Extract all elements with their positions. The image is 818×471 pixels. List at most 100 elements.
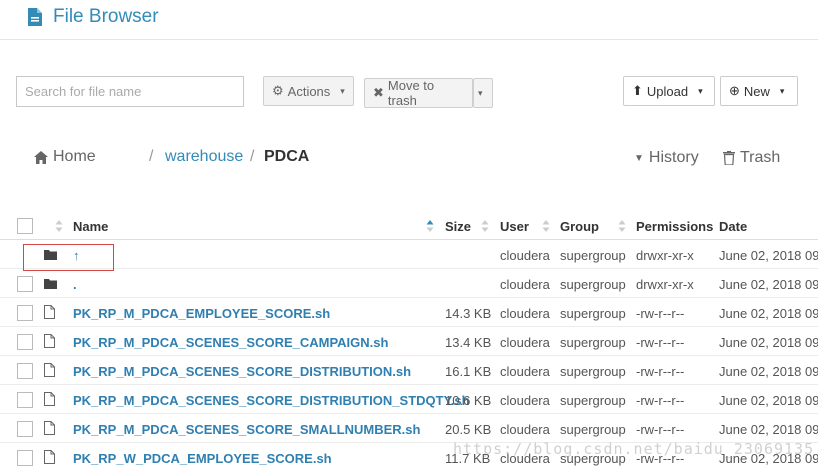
table-row[interactable]: PK_RP_M_PDCA_SCENES_SCORE_DISTRIBUTION.s… <box>0 356 818 385</box>
file-permissions: -rw-r--r-- <box>636 364 685 379</box>
gear-icon: ⚙ <box>272 83 284 98</box>
breadcrumb-home-label: Home <box>53 148 96 165</box>
breadcrumb-separator: / <box>149 148 154 165</box>
chevron-down-icon: ▾ <box>698 85 703 96</box>
file-icon <box>44 450 55 464</box>
file-name[interactable]: PK_RP_M_PDCA_EMPLOYEE_SCORE.sh <box>73 306 330 321</box>
file-group: supergroup <box>560 422 626 437</box>
file-name[interactable]: PK_RP_M_PDCA_SCENES_SCORE_DISTRIBUTION_S… <box>73 393 470 408</box>
file-icon <box>44 334 55 348</box>
sort-icon[interactable] <box>481 218 489 234</box>
chevron-down-icon: ▾ <box>340 85 345 96</box>
file-group: supergroup <box>560 364 626 379</box>
file-size: 13.4 KB <box>445 335 492 350</box>
breadcrumb-item-warehouse[interactable]: warehouse <box>165 148 243 166</box>
new-button[interactable]: ⊕ New ▾ <box>720 76 798 106</box>
file-group: supergroup <box>560 248 626 263</box>
chevron-down-icon: ▾ <box>478 87 483 98</box>
file-icon <box>44 363 55 377</box>
file-user: cloudera <box>500 306 550 321</box>
row-checkbox[interactable] <box>17 421 33 437</box>
file-icon <box>44 392 55 406</box>
file-permissions: -rw-r--r-- <box>636 335 685 350</box>
table-header: Name Size User Group Permissions Date <box>0 211 818 240</box>
file-date: June 02, 2018 09 <box>719 422 818 437</box>
upload-button[interactable]: ⬆ Upload ▾ <box>623 76 715 106</box>
move-to-trash-dropdown[interactable]: ▾ <box>473 78 493 108</box>
history-button[interactable]: ▼ History <box>634 149 699 167</box>
column-date[interactable]: Date <box>719 219 747 234</box>
column-user[interactable]: User <box>500 219 529 234</box>
column-permissions[interactable]: Permissions <box>636 219 713 234</box>
upload-icon: ⬆ <box>632 83 643 98</box>
file-user: cloudera <box>500 422 550 437</box>
file-size: 14.3 KB <box>445 306 492 321</box>
row-checkbox[interactable] <box>17 450 33 466</box>
table-row[interactable]: PK_RP_M_PDCA_SCENES_SCORE_DISTRIBUTION_S… <box>0 385 818 414</box>
file-user: cloudera <box>500 364 550 379</box>
file-name[interactable]: PK_RP_M_PDCA_SCENES_SCORE_SMALLNUMBER.sh <box>73 422 420 437</box>
app-title: File Browser <box>53 6 159 27</box>
row-checkbox[interactable] <box>17 305 33 321</box>
file-size: 10.6 KB <box>445 393 492 408</box>
file-group: supergroup <box>560 306 626 321</box>
row-checkbox[interactable] <box>17 392 33 408</box>
table-row[interactable]: . cloudera supergroup drwxr-xr-x June 02… <box>0 269 818 298</box>
search-input[interactable] <box>16 76 244 107</box>
file-table: Name Size User Group Permissions Date ↑ … <box>0 211 818 471</box>
file-date: June 02, 2018 09 <box>719 248 818 263</box>
file-icon <box>28 8 42 26</box>
file-date: June 02, 2018 09 <box>719 393 818 408</box>
file-size: 16.1 KB <box>445 364 492 379</box>
trash-icon <box>723 151 735 165</box>
table-row[interactable]: PK_RP_M_PDCA_SCENES_SCORE_SMALLNUMBER.sh… <box>0 414 818 443</box>
breadcrumb: Home / warehouse / PDCA ▼ History Trash <box>0 146 818 170</box>
move-to-trash-button[interactable]: ✖ Move to trash <box>364 78 473 108</box>
file-user: cloudera <box>500 277 550 292</box>
file-user: cloudera <box>500 393 550 408</box>
sort-icon[interactable] <box>55 218 63 234</box>
trash-label: Trash <box>740 149 781 166</box>
header: File Browser <box>0 0 818 40</box>
breadcrumb-separator: / <box>250 148 255 165</box>
trash-button[interactable]: Trash <box>723 149 780 167</box>
file-date: June 02, 2018 09 <box>719 306 818 321</box>
caret-down-icon: ▼ <box>634 152 644 164</box>
file-name[interactable]: PK_RP_M_PDCA_SCENES_SCORE_CAMPAIGN.sh <box>73 335 388 350</box>
file-icon <box>44 305 55 319</box>
row-checkbox[interactable] <box>17 363 33 379</box>
row-checkbox[interactable] <box>17 334 33 350</box>
select-all-checkbox[interactable] <box>17 218 33 234</box>
file-group: supergroup <box>560 393 626 408</box>
row-checkbox[interactable] <box>17 276 33 292</box>
file-date: June 02, 2018 09 <box>719 335 818 350</box>
sort-icon[interactable] <box>618 218 626 234</box>
file-name[interactable]: . <box>73 277 77 292</box>
table-row[interactable]: PK_RP_M_PDCA_SCENES_SCORE_CAMPAIGN.sh 13… <box>0 327 818 356</box>
column-size[interactable]: Size <box>445 219 471 234</box>
actions-label: Actions <box>287 83 331 99</box>
file-name[interactable]: PK_RP_W_PDCA_EMPLOYEE_SCORE.sh <box>73 451 332 466</box>
file-user: cloudera <box>500 335 550 350</box>
column-name[interactable]: Name <box>73 219 108 234</box>
sort-asc-icon[interactable] <box>426 218 434 234</box>
file-permissions: drwxr-xr-x <box>636 248 694 263</box>
breadcrumb-current: PDCA <box>264 148 310 165</box>
move-to-trash-label: Move to trash <box>387 78 435 108</box>
column-group[interactable]: Group <box>560 219 599 234</box>
table-row[interactable]: PK_RP_M_PDCA_EMPLOYEE_SCORE.sh 14.3 KB c… <box>0 298 818 327</box>
history-label: History <box>648 149 699 166</box>
file-permissions: -rw-r--r-- <box>636 306 685 321</box>
breadcrumb-home[interactable]: Home <box>34 148 96 166</box>
file-permissions: drwxr-xr-x <box>636 277 694 292</box>
file-name[interactable]: PK_RP_M_PDCA_SCENES_SCORE_DISTRIBUTION.s… <box>73 364 411 379</box>
file-group: supergroup <box>560 335 626 350</box>
upload-label: Upload <box>646 83 689 99</box>
file-permissions: -rw-r--r-- <box>636 422 685 437</box>
watermark: https://blog.csdn.net/baidu_23069135 <box>453 440 815 458</box>
file-user: cloudera <box>500 248 550 263</box>
table-row[interactable]: ↑ cloudera supergroup drwxr-xr-x June 02… <box>0 240 818 269</box>
sort-icon[interactable] <box>542 218 550 234</box>
folder-icon <box>44 279 57 289</box>
actions-button[interactable]: ⚙ Actions ▾ <box>263 76 354 106</box>
